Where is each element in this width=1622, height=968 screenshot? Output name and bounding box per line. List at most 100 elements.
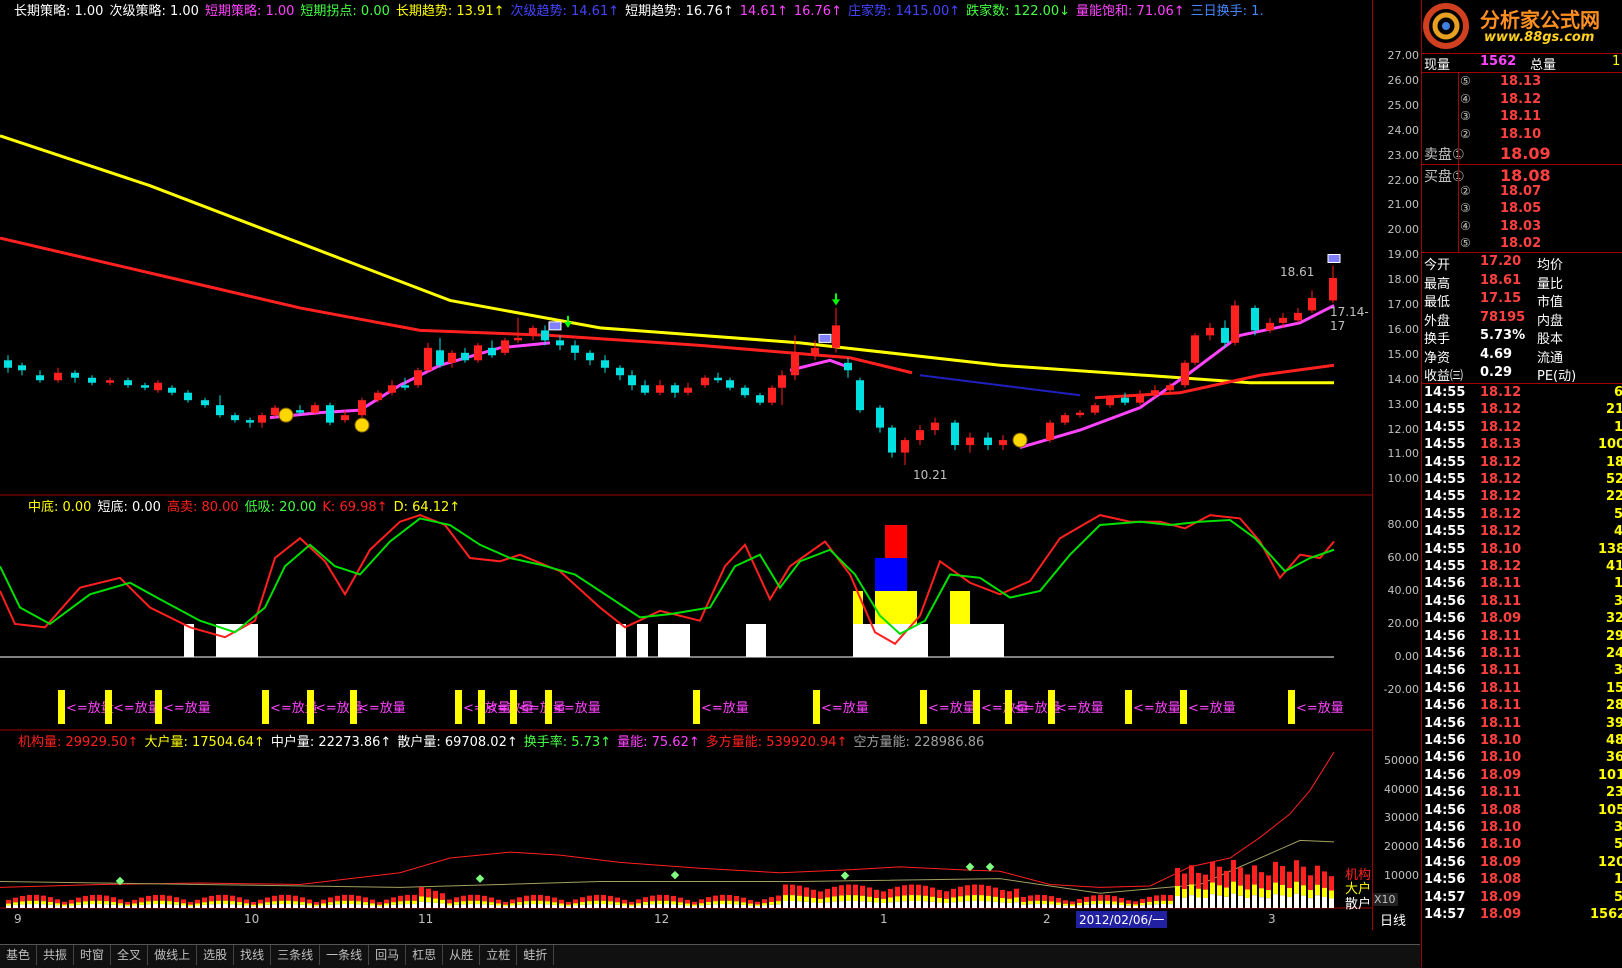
period-label[interactable]: 日线 — [1380, 910, 1406, 929]
surge-label: <=放量 — [1188, 701, 1236, 716]
volume-bar — [146, 901, 151, 905]
tab-item[interactable]: 杠思 — [406, 945, 444, 965]
volume-bar — [363, 902, 368, 905]
volume-bar — [1182, 889, 1187, 898]
axis-tick: 80.00 — [1387, 518, 1420, 531]
quote-cell: 18.08 — [1480, 802, 1522, 818]
candle-body — [1061, 415, 1069, 423]
volume-bar — [1245, 874, 1250, 890]
tab-item[interactable]: 从胜 — [443, 945, 481, 965]
quote-cell: 1 — [1614, 872, 1622, 888]
volume-bar — [1077, 898, 1082, 904]
candle-body — [514, 337, 522, 341]
quote-row: 14:55 18.12 4 — [1422, 524, 1622, 541]
volume-bar — [776, 901, 781, 905]
volume-bar — [1287, 897, 1292, 908]
volume-bar — [979, 895, 984, 902]
quote-cell: ③ — [1460, 201, 1471, 216]
volume-bar — [629, 906, 634, 908]
quote-divider — [1422, 164, 1622, 165]
volume-bar — [804, 887, 809, 897]
volume-bar — [804, 901, 809, 908]
volume-bar — [195, 905, 200, 908]
quote-cell: 18.12 — [1480, 419, 1522, 435]
chart-canvas[interactable] — [0, 0, 1372, 930]
surge-label: <=放量 — [701, 701, 749, 716]
volume-bar — [405, 894, 410, 901]
tab-item[interactable]: 做线上 — [148, 945, 198, 965]
x-label-1: 1 — [880, 912, 888, 926]
volume-bar — [300, 897, 305, 903]
candle-body — [414, 370, 422, 386]
quote-cell: 14:55 — [1424, 419, 1466, 435]
volume-bar — [993, 896, 998, 902]
volume-bar — [1105, 895, 1110, 901]
tab-item[interactable]: 共振 — [37, 945, 75, 965]
tab-item[interactable]: 立桩 — [480, 945, 518, 965]
volume-bar — [643, 902, 648, 905]
tab-item[interactable]: 全叉 — [111, 945, 149, 965]
volume-bar — [412, 894, 417, 901]
volume-bar — [566, 901, 571, 905]
quote-cell: 现量 — [1424, 58, 1451, 73]
candle-body — [541, 330, 549, 341]
volume-bar — [965, 901, 970, 908]
volume-bar — [1021, 896, 1026, 902]
volume-bar — [265, 904, 270, 908]
volume-bar — [1035, 900, 1040, 905]
volume-bar — [265, 897, 270, 903]
quote-cell: 23 — [1606, 785, 1622, 801]
volume-bar — [650, 904, 655, 908]
volume-bar — [1210, 861, 1215, 883]
volume-bar — [1329, 876, 1334, 891]
header_main-item: 长期趋势: 13.91↑ — [395, 4, 505, 19]
candle-body — [388, 385, 396, 393]
chart-area[interactable]: 长期策略: 1.00 次级策略: 1.00 短期策略: 1.00 短期拐点: 0.00… — [0, 0, 1398, 930]
top-bar — [885, 525, 907, 558]
volume-bar — [20, 904, 25, 908]
volume-bar — [335, 904, 340, 908]
volume-bar — [1000, 898, 1005, 903]
signal-arrow-icon — [832, 299, 840, 306]
volume-bar — [895, 886, 900, 897]
volume-bar — [1056, 904, 1061, 908]
quote-cell: 收益㈢ — [1424, 369, 1464, 384]
volume-bar — [958, 901, 963, 908]
volume-bar — [6, 903, 11, 906]
volume-bar — [111, 902, 116, 905]
tab-item[interactable]: 找线 — [234, 945, 272, 965]
tab-item[interactable]: 基色 — [0, 945, 38, 965]
candle-body — [832, 325, 840, 348]
tab-item[interactable]: 蛙折 — [517, 945, 555, 965]
volume-bar — [69, 899, 74, 904]
tab-item[interactable]: 时窗 — [74, 945, 112, 965]
volume-bar — [174, 897, 179, 903]
volume-bar — [678, 897, 683, 903]
volume-bar — [27, 904, 32, 908]
volume-bar — [1182, 897, 1187, 908]
tab-item[interactable]: 回马 — [369, 945, 407, 965]
quote-cell: 14:56 — [1424, 663, 1466, 679]
quote-cell: 18.11 — [1480, 646, 1522, 661]
volume-bar — [874, 889, 879, 898]
volume-bar — [391, 904, 396, 908]
quote-row: ⑤ 18.13 — [1422, 74, 1622, 91]
tab-item[interactable]: 一条线 — [320, 945, 370, 965]
volume-bar — [818, 891, 823, 899]
volume-bar — [461, 901, 466, 905]
candle-body — [1231, 305, 1239, 343]
volume-bar — [797, 901, 802, 908]
volume-bar — [132, 899, 137, 904]
surge-bar — [1180, 690, 1187, 724]
tab-item[interactable]: 三条线 — [271, 945, 321, 965]
volume-bar — [454, 897, 459, 903]
candle-body — [88, 377, 96, 383]
volume-bar — [986, 901, 991, 908]
surge-label: <=放量 — [553, 701, 601, 716]
candle-body — [984, 437, 992, 446]
candle-body — [778, 375, 786, 388]
candle-body — [641, 385, 649, 393]
quote-cell: PE(动) — [1537, 369, 1577, 384]
volume-bar — [251, 904, 256, 907]
tab-item[interactable]: 选股 — [197, 945, 235, 965]
